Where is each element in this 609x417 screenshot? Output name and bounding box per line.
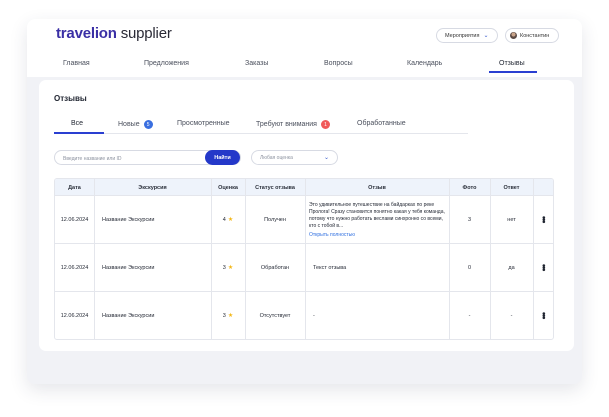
tab-active-indicator (54, 132, 104, 134)
row-status: Обработан (260, 264, 290, 271)
find-button[interactable]: Найти (205, 150, 240, 165)
row-date: 12.06.2024 (60, 312, 89, 319)
star-icon: ★ (227, 265, 234, 271)
row-photos: 0 (467, 264, 472, 271)
review-box: Это удивительное путешествие на байдарка… (309, 202, 445, 238)
more-options-icon[interactable]: ••• (533, 196, 553, 243)
row-reply: - (510, 312, 513, 319)
row-date: 12.06.2024 (60, 216, 89, 223)
row-review: - (313, 312, 315, 319)
tab-all[interactable]: Все (71, 120, 83, 127)
row-review: Это удивительное путешествие на байдарка… (305, 196, 449, 243)
nav-item-reviews[interactable]: Отзывы (499, 60, 525, 67)
user-name: Константин (520, 32, 550, 39)
tab-new[interactable]: Новые 5 (118, 120, 153, 129)
open-full-review-link[interactable]: Открыть полностью (309, 232, 445, 238)
tab-viewed-label: Просмотренные (177, 120, 230, 127)
logo-suffix: supplier (116, 25, 172, 42)
avatar (510, 32, 517, 39)
search-box: Найти (54, 150, 241, 165)
row-tour: Название Экскурсии (102, 312, 155, 319)
review-tabs: Все Новые 5 Просмотренные Требуют вниман… (54, 114, 468, 134)
rating-filter-label: Любая оценка (260, 154, 293, 161)
events-dropdown[interactable]: Мероприятия ⌄ (436, 28, 498, 43)
row-date: 12.06.2024 (60, 264, 89, 271)
row-photos: 3 (467, 216, 472, 223)
tab-viewed[interactable]: Просмотренные (177, 120, 230, 127)
row-tour: Название Экскурсии (102, 216, 155, 223)
row-rating: 3 ★ (211, 244, 245, 291)
tab-attention[interactable]: Требуют внимания 1 (256, 120, 330, 129)
table-row[interactable]: 12.06.2024 Название Экскурсии 4 ★ Получен… (55, 196, 553, 244)
tab-new-label: Новые (118, 121, 140, 128)
header-review: Отзыв (368, 184, 386, 191)
events-dropdown-label: Мероприятия (445, 32, 480, 39)
star-icon: ★ (227, 217, 234, 223)
user-menu[interactable]: Константин (505, 28, 559, 43)
search-input[interactable] (63, 154, 203, 163)
logo-brand: travelion (56, 25, 117, 42)
nav-active-indicator (489, 71, 537, 73)
header-rating: Оценка (218, 184, 238, 191)
top-bar: travelion supplier Мероприятия ⌄ Констан… (27, 19, 582, 77)
header-date: Дата (68, 184, 81, 191)
reviews-table: Дата Экскурсия Оценка Статус отзыва Отзы… (54, 178, 554, 340)
nav-item-questions[interactable]: Вопросы (324, 60, 353, 67)
attention-count-badge: 1 (320, 120, 330, 129)
row-rating: 4 ★ (211, 196, 245, 243)
new-count-badge: 5 (143, 120, 153, 129)
table-row[interactable]: 12.06.2024 Название Экскурсии 3 ★ Обработ… (55, 244, 553, 292)
logo[interactable]: travelion supplier (56, 25, 172, 42)
header-reply: Ответ (503, 184, 520, 191)
header-tour: Экскурсия (138, 184, 167, 191)
rating-value: 3 (222, 312, 226, 319)
row-photos: - (468, 312, 471, 319)
header-status: Статус отзыва (255, 184, 295, 191)
rating-filter-select[interactable]: Любая оценка ⌄ (251, 150, 338, 165)
nav-item-offers[interactable]: Предложения (144, 60, 189, 67)
tab-processed[interactable]: Обработанные (357, 120, 406, 127)
chevron-down-icon: ⌄ (483, 33, 489, 39)
nav-item-calendar[interactable]: Календарь (407, 60, 442, 67)
more-options-icon[interactable]: ••• (533, 244, 553, 291)
row-tour: Название Экскурсии (102, 264, 155, 271)
nav-item-orders[interactable]: Заказы (245, 60, 268, 67)
row-review: Текст отзыва (313, 264, 347, 271)
row-reply: нет (507, 216, 516, 223)
page-title: Отзывы (54, 94, 87, 103)
row-status: Отсутствует (259, 312, 291, 319)
rating-value: 4 (222, 216, 226, 223)
tab-attention-label: Требуют внимания (256, 121, 317, 128)
star-icon: ★ (227, 313, 234, 319)
table-row[interactable]: 12.06.2024 Название Экскурсии 3 ★ Отсутст… (55, 292, 553, 339)
chevron-down-icon: ⌄ (323, 155, 329, 161)
app-window: travelion supplier Мероприятия ⌄ Констан… (27, 19, 582, 384)
row-status: Получен (264, 216, 286, 223)
tab-processed-label: Обработанные (357, 120, 406, 127)
tab-all-label: Все (71, 120, 84, 127)
reviews-card: Отзывы Все Новые 5 Просмотренные Требуют… (39, 80, 574, 351)
header-photos: Фото (462, 184, 477, 191)
rating-value: 3 (222, 264, 226, 271)
row-reply: да (508, 264, 515, 271)
more-options-icon[interactable]: ••• (533, 292, 553, 339)
nav-item-home[interactable]: Главная (63, 60, 90, 67)
row-rating: 3 ★ (211, 292, 245, 339)
review-text: Это удивительное путешествие на байдарка… (309, 202, 445, 229)
